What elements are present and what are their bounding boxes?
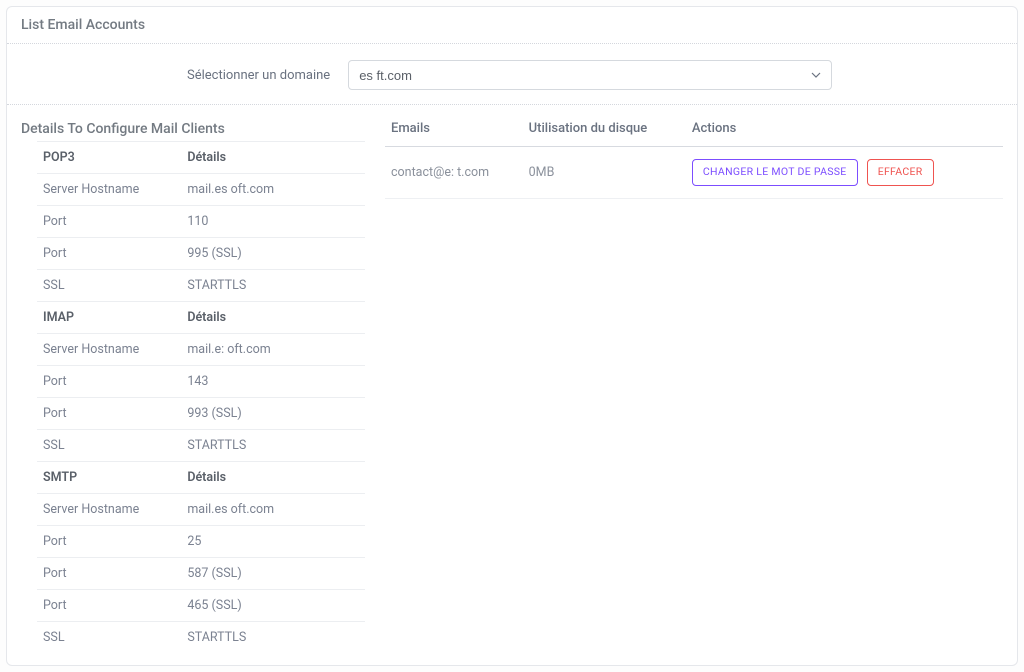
change-password-button[interactable]: CHANGER LE MOT DE PASSE — [692, 159, 858, 186]
config-label: Port — [37, 366, 181, 398]
config-label: Port — [37, 398, 181, 430]
section-header-pop3: POP3 Détails — [37, 142, 365, 174]
config-value: STARTTLS — [181, 622, 365, 654]
config-label: SSL — [37, 622, 181, 654]
email-disk-usage: 0MB — [523, 147, 686, 199]
domain-select[interactable]: es ft.com — [348, 60, 832, 90]
config-row: Port993 (SSL) — [37, 398, 365, 430]
config-label: SSL — [37, 430, 181, 462]
section-details-label: Détails — [181, 462, 365, 494]
config-label: SSL — [37, 270, 181, 302]
config-label: Port — [37, 206, 181, 238]
col-emails: Emails — [385, 115, 523, 147]
config-row: Port995 (SSL) — [37, 238, 365, 270]
section-details-label: Détails — [181, 302, 365, 334]
config-label: Port — [37, 558, 181, 590]
emails-table: Emails Utilisation du disque Actions con… — [385, 115, 1003, 199]
config-title: Details To Configure Mail Clients — [21, 115, 365, 141]
config-row: SSLSTARTTLS — [37, 430, 365, 462]
config-value: 110 — [181, 206, 365, 238]
config-value: 995 (SSL) — [181, 238, 365, 270]
domain-label: Sélectionner un domaine — [187, 68, 330, 83]
section-header-imap: IMAP Détails — [37, 302, 365, 334]
content-area: Details To Configure Mail Clients POP3 D… — [7, 111, 1017, 653]
config-value: STARTTLS — [181, 270, 365, 302]
section-name: POP3 — [37, 142, 181, 174]
emails-list: Emails Utilisation du disque Actions con… — [385, 115, 1003, 653]
section-name: SMTP — [37, 462, 181, 494]
config-value: 587 (SSL) — [181, 558, 365, 590]
config-row: Server Hostnamemail.es oft.com — [37, 494, 365, 526]
config-label: Port — [37, 526, 181, 558]
mail-client-config: Details To Configure Mail Clients POP3 D… — [21, 115, 365, 653]
emails-header-row: Emails Utilisation du disque Actions — [385, 115, 1003, 147]
config-row: Port143 — [37, 366, 365, 398]
delete-button[interactable]: EFFACER — [867, 159, 934, 186]
config-value: 143 — [181, 366, 365, 398]
col-actions: Actions — [686, 115, 1003, 147]
config-row: SSLSTARTTLS — [37, 270, 365, 302]
config-row: Port587 (SSL) — [37, 558, 365, 590]
config-value: mail.es oft.com — [181, 174, 365, 206]
panel-title: List Email Accounts — [7, 7, 1017, 44]
section-name: IMAP — [37, 302, 181, 334]
config-row: Server Hostnamemail.es oft.com — [37, 174, 365, 206]
section-header-smtp: SMTP Détails — [37, 462, 365, 494]
config-value: 993 (SSL) — [181, 398, 365, 430]
config-row: SSLSTARTTLS — [37, 622, 365, 654]
config-value: mail.e: oft.com — [181, 334, 365, 366]
config-value: 25 — [181, 526, 365, 558]
config-row: Port465 (SSL) — [37, 590, 365, 622]
config-label: Server Hostname — [37, 174, 181, 206]
col-disk-usage: Utilisation du disque — [523, 115, 686, 147]
email-actions: CHANGER LE MOT DE PASSE EFFACER — [686, 147, 1003, 199]
config-row: Port110 — [37, 206, 365, 238]
config-label: Server Hostname — [37, 334, 181, 366]
config-row: Port25 — [37, 526, 365, 558]
config-label: Port — [37, 590, 181, 622]
list-email-accounts-panel: List Email Accounts Sélectionner un doma… — [6, 6, 1018, 666]
config-label: Port — [37, 238, 181, 270]
section-details-label: Détails — [181, 142, 365, 174]
config-value: mail.es oft.com — [181, 494, 365, 526]
config-table: POP3 Détails Server Hostnamemail.es oft.… — [37, 141, 365, 653]
config-value: 465 (SSL) — [181, 590, 365, 622]
domain-selector-row: Sélectionner un domaine es ft.com — [7, 44, 1017, 105]
email-row: contact@e: t.com 0MB CHANGER LE MOT DE P… — [385, 147, 1003, 199]
config-value: STARTTLS — [181, 430, 365, 462]
email-address: contact@e: t.com — [385, 147, 523, 199]
config-label: Server Hostname — [37, 494, 181, 526]
config-row: Server Hostnamemail.e: oft.com — [37, 334, 365, 366]
